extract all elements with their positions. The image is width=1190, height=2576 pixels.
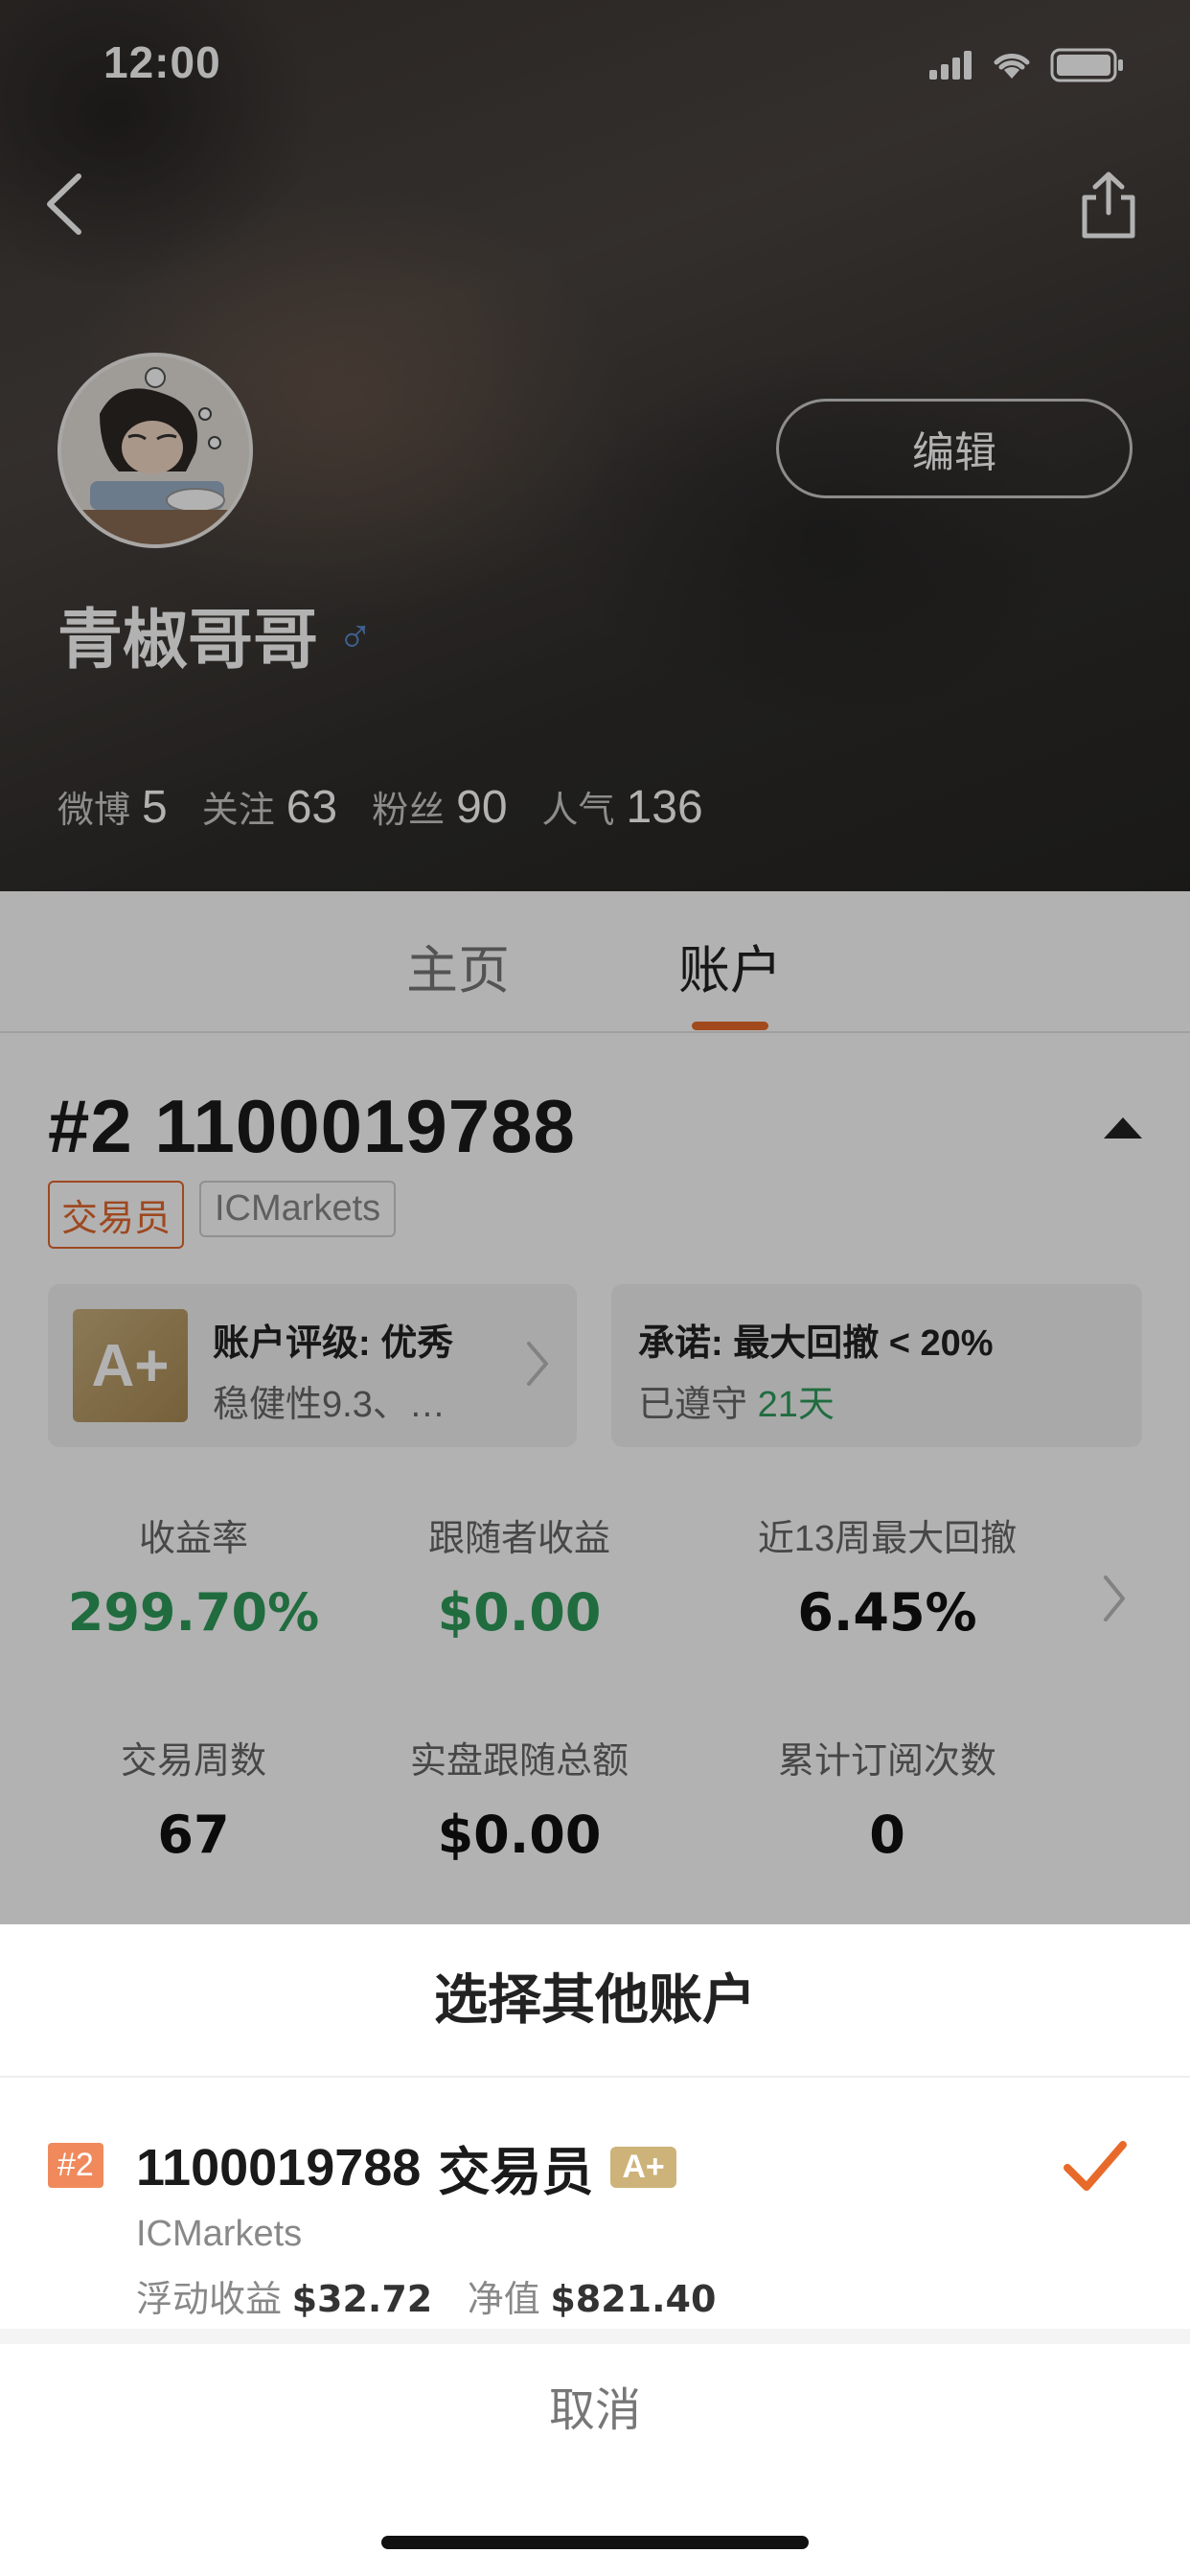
account-option-id: 1100019788 [136,2138,422,2196]
account-option-badge: A+ [610,2147,676,2188]
account-option-values: 浮动收益 $32.72 净值 $821.40 [136,2269,716,2322]
sheet-separator [0,2329,1190,2344]
floating-profit-label: 浮动收益 [136,2280,283,2320]
account-option-broker: ICMarkets [136,2214,303,2254]
account-number-tag: #2 [48,2143,103,2188]
account-option-role: 交易员 [438,2144,594,2201]
home-indicator[interactable] [381,2536,809,2549]
modal-backdrop[interactable] [0,0,1190,1924]
sheet-title: 选择其他账户 [0,1924,1190,2078]
checkmark-icon [1064,2141,1127,2191]
equity-value: $821.40 [550,2278,717,2320]
equity-label: 净值 [467,2280,540,2320]
floating-profit-value: $32.72 [291,2278,433,2320]
account-option-row[interactable]: #2 1100019788 交易员 A+ ICMarkets 浮动收益 $32.… [0,2078,1190,2329]
cancel-button[interactable]: 取消 [0,2344,1190,2478]
account-option-main: 1100019788 交易员 A+ [136,2129,676,2205]
account-picker-sheet: 选择其他账户 #2 1100019788 交易员 A+ ICMarkets 浮动… [0,1924,1190,2576]
